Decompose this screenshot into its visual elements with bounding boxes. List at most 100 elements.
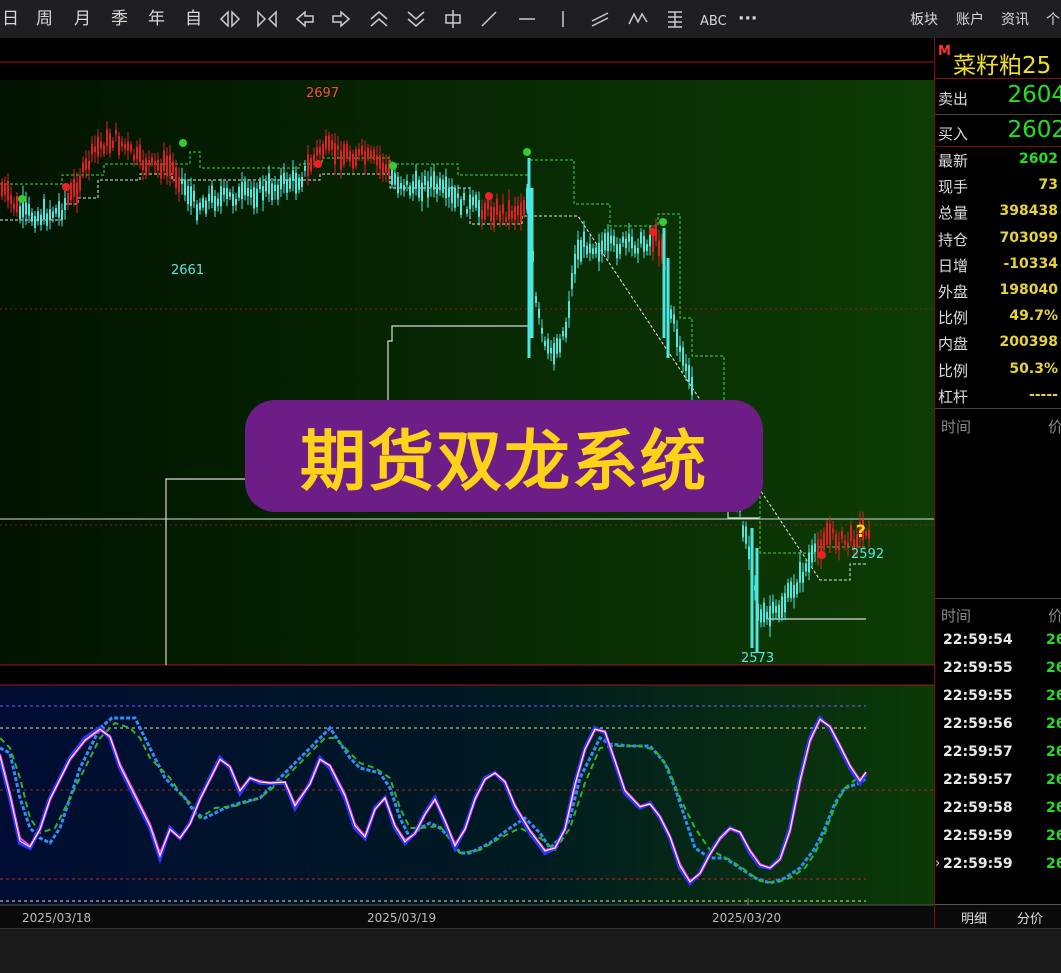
candle-body (283, 172, 285, 184)
tick-time: 22:59:55 (943, 688, 1013, 704)
tab-detail[interactable]: 明细 (961, 908, 987, 927)
candle-body (292, 170, 294, 182)
candle-body (592, 248, 594, 255)
menu-personal[interactable]: 个 (1046, 9, 1060, 29)
ticks-price-header: 价 (1048, 607, 1061, 625)
tick-time: 22:59:58 (943, 800, 1013, 816)
candle-body (124, 144, 126, 150)
line-slant-icon[interactable] (478, 8, 500, 30)
shrink-h-icon[interactable] (219, 8, 241, 30)
ask-label: 卖出 (938, 90, 969, 108)
candle-body (220, 186, 222, 207)
arrow-left-icon[interactable] (294, 8, 316, 30)
tick-price: 26 (1046, 800, 1061, 816)
tab-price-distribution[interactable]: 分价 (1017, 908, 1043, 927)
candle-body (628, 233, 630, 242)
candle-body (427, 181, 429, 198)
candle-body (265, 181, 267, 192)
candle-body (745, 526, 747, 544)
candle-body (511, 211, 513, 219)
candle-body (769, 606, 771, 627)
expand-h-icon[interactable] (256, 8, 278, 30)
candle-body (52, 211, 54, 218)
candle-body (238, 186, 240, 198)
contract-header[interactable]: M 菜籽粕25 (935, 42, 1061, 79)
period-week-button[interactable]: 周 (36, 8, 53, 30)
period-year-button[interactable]: 年 (148, 8, 165, 30)
candle-body (565, 322, 567, 338)
candle-body (34, 215, 36, 228)
title-banner: 期货双龙系统 (245, 400, 763, 512)
line-vertical-icon[interactable] (552, 8, 574, 30)
signal-dot-green (179, 139, 187, 147)
candle-body (394, 173, 396, 185)
candle-body (370, 151, 372, 158)
period-month-button[interactable]: 月 (74, 8, 91, 30)
candle-body (118, 136, 120, 156)
candle-body (286, 179, 288, 193)
candle-body (262, 185, 264, 201)
candle-body (430, 176, 432, 188)
candle-body (484, 202, 486, 220)
candle-body (169, 154, 171, 177)
bid-label: 买入 (938, 125, 969, 143)
chart-area[interactable]: 2025/03/18 2025/03/19 2025/03/20 2697 26… (0, 38, 934, 928)
menu-news[interactable]: 资讯 (1001, 9, 1029, 29)
candle-body (838, 541, 840, 551)
period-quarter-button[interactable]: 季 (111, 8, 128, 30)
candle-body (247, 187, 249, 197)
candle-body (214, 196, 216, 211)
candle-body (103, 145, 105, 154)
candle-body (625, 238, 627, 248)
tick-time: 22:59:56 (943, 716, 1013, 732)
candle-body (229, 192, 231, 197)
chevron-up-double-icon[interactable] (368, 8, 390, 30)
candle-body (643, 236, 645, 252)
fib-icon[interactable] (664, 8, 686, 30)
candle-body (64, 198, 66, 211)
swing-low-label: 2661 (171, 263, 204, 278)
candle-body (364, 151, 366, 165)
candle-body (232, 193, 234, 207)
candle-body (577, 239, 579, 260)
candle-body (121, 141, 123, 147)
date-label: 2025/03/19 (367, 911, 436, 925)
arrow-right-icon[interactable] (330, 8, 352, 30)
candle-body (550, 347, 552, 354)
candle-body (79, 175, 81, 192)
menu-account[interactable]: 账户 (956, 9, 984, 29)
candle-body (358, 149, 360, 156)
candle-body (130, 144, 132, 152)
tick-price: 26 (1046, 716, 1061, 732)
candle-body (181, 178, 183, 184)
candle-body (787, 582, 789, 598)
candle-body (334, 143, 336, 165)
more-tools-button[interactable]: ··· (738, 8, 757, 30)
candle-body (352, 153, 354, 169)
candle-body (316, 147, 318, 156)
candle-body (91, 143, 93, 155)
candle-body (295, 172, 297, 194)
menu-sector[interactable]: 板块 (910, 9, 938, 29)
line-horizontal-icon[interactable] (516, 8, 538, 30)
candle-body (100, 141, 102, 149)
cursor-bar-icon[interactable] (442, 8, 464, 30)
candle-body (604, 233, 606, 251)
candle-body (76, 182, 78, 203)
candle-body (109, 133, 111, 154)
candle-body (205, 200, 207, 214)
candle-body (142, 160, 144, 171)
chevron-down-double-icon[interactable] (405, 8, 427, 30)
candle-body (847, 542, 849, 547)
quote-row-value: ----- (1028, 386, 1058, 403)
candle-body (676, 329, 678, 348)
candle-body (94, 146, 96, 152)
channel-icon[interactable] (589, 8, 611, 30)
candle-body (241, 181, 243, 200)
candle-body (127, 141, 129, 151)
text-tool-button[interactable]: ABC (700, 11, 727, 33)
period-day-button[interactable]: 日 (2, 8, 19, 30)
period-custom-button[interactable]: 自 (185, 8, 202, 30)
status-bar (0, 928, 1061, 973)
wave-icon[interactable] (627, 8, 649, 30)
